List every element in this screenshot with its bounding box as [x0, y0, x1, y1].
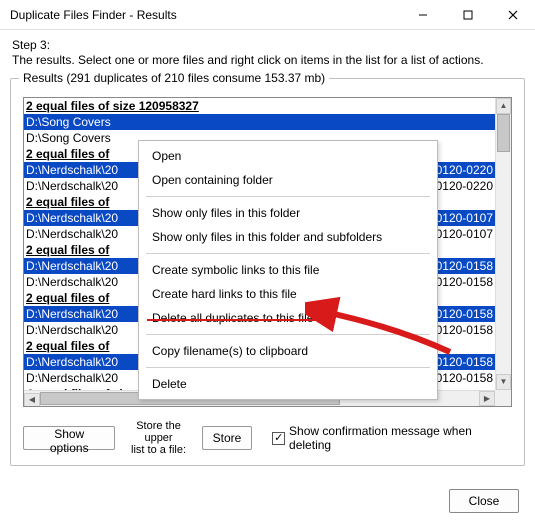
ctx-open[interactable]: Open [142, 144, 434, 168]
ctx-separator [142, 363, 434, 372]
store-label: Store the upper list to a file: [121, 420, 195, 456]
close-window-button[interactable] [490, 0, 535, 30]
confirm-checkbox-label: Show confirmation message when deleting [289, 424, 512, 452]
scrollbar-corner [495, 390, 511, 406]
bottom-controls: Show options Store the upper list to a f… [23, 423, 512, 453]
annotation-underline [147, 319, 335, 321]
ctx-copy-names[interactable]: Copy filename(s) to clipboard [142, 339, 434, 363]
context-menu: Open Open containing folder Show only fi… [138, 140, 438, 400]
window-controls [400, 0, 535, 30]
confirm-checkbox[interactable]: ✓ [272, 432, 285, 445]
vertical-scroll-thumb[interactable] [497, 114, 510, 152]
step-label: Step 3: [12, 38, 523, 52]
file-row[interactable]: D:\Song Covers [24, 114, 495, 130]
minimize-button[interactable] [400, 0, 445, 30]
scroll-down-button[interactable]: ▼ [496, 374, 511, 390]
results-legend: Results (291 duplicates of 210 files con… [19, 71, 329, 85]
ctx-open-folder[interactable]: Open containing folder [142, 168, 434, 192]
ctx-separator [142, 330, 434, 339]
ctx-hardlink[interactable]: Create hard links to this file [142, 282, 434, 306]
ctx-show-subfolders[interactable]: Show only files in this folder and subfo… [142, 225, 434, 249]
step-area: Step 3: The results. Select one or more … [0, 30, 535, 71]
step-description: The results. Select one or more files an… [12, 53, 523, 67]
scroll-left-button[interactable]: ◀ [24, 393, 40, 408]
show-options-button[interactable]: Show options [23, 426, 115, 450]
confirm-checkbox-wrap[interactable]: ✓ Show confirmation message when deletin… [272, 424, 512, 452]
ctx-symlink[interactable]: Create symbolic links to this file [142, 258, 434, 282]
ctx-show-folder[interactable]: Show only files in this folder [142, 201, 434, 225]
ctx-separator [142, 249, 434, 258]
ctx-delete-dupes[interactable]: Delete all duplicates to this file [142, 306, 434, 330]
footer: Close [449, 489, 519, 513]
vertical-scrollbar[interactable]: ▲ ▼ [495, 98, 511, 390]
scroll-up-button[interactable]: ▲ [496, 98, 511, 114]
close-button[interactable]: Close [449, 489, 519, 513]
ctx-separator [142, 192, 434, 201]
titlebar: Duplicate Files Finder - Results [0, 0, 535, 30]
store-button[interactable]: Store [202, 426, 253, 450]
window-title: Duplicate Files Finder - Results [10, 8, 400, 22]
scroll-right-button[interactable]: ▶ [479, 391, 495, 406]
maximize-button[interactable] [445, 0, 490, 30]
ctx-delete[interactable]: Delete [142, 372, 434, 396]
group-header: 2 equal files of size 120958327 [24, 98, 495, 114]
